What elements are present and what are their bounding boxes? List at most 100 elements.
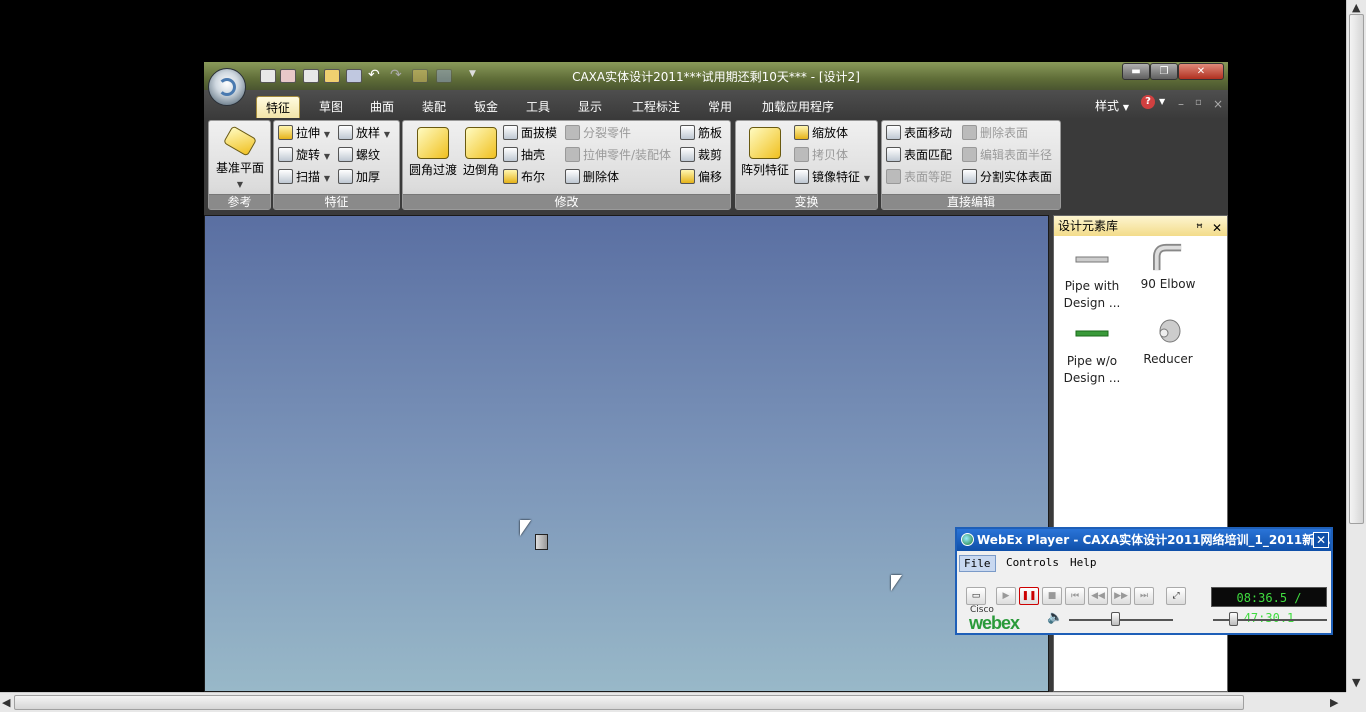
open-doc-icon[interactable] — [303, 69, 319, 83]
rewind-icon[interactable]: ◀◀ — [1088, 587, 1108, 605]
vertical-scroll-thumb[interactable] — [1349, 14, 1364, 524]
application-menu-button[interactable] — [208, 68, 246, 106]
new-icon[interactable] — [260, 69, 276, 83]
redo-icon[interactable]: ↷ — [390, 67, 402, 83]
folder-icon[interactable] — [324, 69, 340, 83]
volume-icon[interactable]: 🔈 — [1047, 610, 1063, 625]
webex-title-bar[interactable]: WebEx Player - CAXA实体设计2011网络培训_1_2011新增… — [957, 529, 1331, 551]
close-button[interactable]: ✕ — [1178, 63, 1224, 80]
horizontal-scrollbar[interactable]: ◀ ▶ — [0, 692, 1346, 712]
menu-help[interactable]: Help — [1066, 555, 1101, 570]
tab-feature[interactable]: 特征 — [256, 96, 301, 118]
library-item-pipe-with-design[interactable]: Pipe with Design ... — [1052, 244, 1132, 312]
tab-assembly[interactable]: 装配 — [413, 96, 455, 118]
thread-icon — [338, 147, 353, 162]
tab-sketch[interactable]: 草图 — [310, 96, 352, 118]
library-item-reducer[interactable]: Reducer — [1128, 317, 1208, 368]
title-bar[interactable]: CAXA实体设计2011***试用期还剩10天*** - [设计2] ↶ ↷ ▼… — [204, 62, 1228, 90]
fast-forward-icon[interactable]: ▶▶ — [1111, 587, 1131, 605]
progress-slider-thumb[interactable] — [1228, 612, 1238, 626]
delete-body-button[interactable]: 删除体 — [565, 167, 619, 187]
stop-icon[interactable]: ■ — [1042, 587, 1062, 605]
extrude-button[interactable]: 拉伸 ▼ — [278, 123, 330, 143]
offset-button[interactable]: 偏移 — [680, 167, 722, 187]
help-dropdown-icon[interactable]: ▼ — [1159, 97, 1165, 106]
volume-slider[interactable] — [1069, 619, 1173, 621]
maximize-button[interactable]: ❐ — [1150, 63, 1178, 80]
dropdown-icon[interactable]: ▼ — [469, 69, 476, 79]
open-file-icon[interactable]: ▭ — [966, 587, 986, 605]
style-menu[interactable]: 样式 ▼ — [1095, 97, 1129, 114]
shell-button[interactable]: 抽壳 — [503, 145, 545, 165]
scroll-up-icon[interactable]: ▲ — [1352, 1, 1360, 14]
minimize-button[interactable]: ▬ — [1122, 63, 1150, 80]
split-part-button[interactable]: 分裂零件 — [565, 123, 631, 143]
scale-body-label: 缩放体 — [812, 126, 849, 140]
skip-end-icon[interactable]: ⏭ — [1134, 587, 1154, 605]
horizontal-scroll-thumb[interactable] — [14, 695, 1244, 710]
extrude-part-button[interactable]: 拉伸零件/装配体 — [565, 145, 671, 165]
webex-close-button[interactable]: ✕ — [1313, 532, 1329, 548]
play-icon[interactable]: ▶ — [996, 587, 1016, 605]
thicken-button[interactable]: 加厚 — [338, 167, 380, 187]
fullscreen-icon[interactable]: ⤢ — [1166, 587, 1186, 605]
undo-icon[interactable]: ↶ — [368, 67, 380, 83]
copy-body-button[interactable]: 拷贝体 — [794, 145, 848, 165]
pattern-feature-button[interactable]: 阵列特征 — [739, 127, 791, 178]
move-face-button[interactable]: 表面移动 — [886, 123, 952, 143]
revolve-button[interactable]: 旋转 ▼ — [278, 145, 330, 165]
library-item-pipe-without-design[interactable]: Pipe w/o Design ... — [1052, 319, 1132, 387]
chamfer-button[interactable]: 边倒角 — [461, 127, 501, 178]
menu-file[interactable]: File — [959, 555, 996, 572]
edit-face-radius-button[interactable]: 编辑表面半径 — [962, 145, 1052, 165]
draft-button[interactable]: 面拔模 — [503, 123, 557, 143]
tab-sheet-metal[interactable]: 钣金 — [465, 96, 507, 118]
scroll-right-icon[interactable]: ▶ — [1330, 696, 1338, 709]
tab-drawing-annotation[interactable]: 工程标注 — [623, 96, 689, 118]
tab-common[interactable]: 常用 — [699, 96, 741, 118]
pause-icon[interactable]: ❚❚ — [1019, 587, 1039, 605]
design-viewport[interactable] — [204, 215, 1049, 692]
doc-restore-button[interactable]: ▫ — [1195, 97, 1202, 108]
rib-button[interactable]: 筋板 — [680, 123, 722, 143]
component-icon[interactable] — [412, 69, 428, 83]
shell-icon — [503, 147, 518, 162]
datum-plane-icon — [222, 125, 258, 157]
chamfer-label: 边倒角 — [462, 163, 499, 177]
mirror-feature-button[interactable]: 镜像特征 ▼ — [794, 167, 870, 187]
scale-body-button[interactable]: 缩放体 — [794, 123, 848, 143]
assembly-icon[interactable] — [436, 69, 452, 83]
library-item-90-elbow[interactable]: 90 Elbow — [1128, 242, 1208, 293]
loft-button[interactable]: 放样 ▼ — [338, 123, 390, 143]
scroll-down-icon[interactable]: ▼ — [1352, 676, 1360, 689]
trim-button[interactable]: 裁剪 — [680, 145, 722, 165]
open-x-icon[interactable] — [280, 69, 296, 83]
offset-face-button[interactable]: 表面等距 — [886, 167, 952, 187]
library-close-icon[interactable]: ✕ — [1212, 218, 1222, 238]
split-face-button[interactable]: 分割实体表面 — [962, 167, 1052, 187]
datum-plane-button[interactable]: 基准平面 ▼ — [212, 125, 268, 190]
tab-display[interactable]: 显示 — [569, 96, 611, 118]
datum-plane-label: 基准平面 — [215, 161, 264, 175]
skip-start-icon[interactable]: ⏮ — [1065, 587, 1085, 605]
delete-face-button[interactable]: 删除表面 — [962, 123, 1028, 143]
tab-tools[interactable]: 工具 — [517, 96, 559, 118]
scroll-left-icon[interactable]: ◀ — [2, 696, 10, 709]
match-face-button[interactable]: 表面匹配 — [886, 145, 952, 165]
boolean-button[interactable]: 布尔 — [503, 167, 545, 187]
sweep-button[interactable]: 扫描 ▼ — [278, 167, 330, 187]
tab-add-ins[interactable]: 加载应用程序 — [753, 96, 843, 118]
offset-label: 偏移 — [698, 170, 723, 184]
thread-button[interactable]: 螺纹 — [338, 145, 380, 165]
draft-icon — [503, 125, 518, 140]
doc-minimize-button[interactable]: – — [1178, 97, 1184, 111]
volume-slider-thumb[interactable] — [1110, 612, 1120, 626]
save-icon[interactable] — [346, 69, 362, 83]
pin-icon[interactable]: ꟸ — [1196, 218, 1203, 238]
doc-close-button[interactable]: × — [1213, 97, 1223, 111]
fillet-button[interactable]: 圆角过渡 — [407, 127, 459, 178]
vertical-scrollbar[interactable]: ▲ ▼ — [1346, 0, 1366, 692]
help-icon[interactable]: ? — [1141, 95, 1155, 109]
menu-controls[interactable]: Controls — [1002, 555, 1063, 570]
tab-surface[interactable]: 曲面 — [361, 96, 403, 118]
